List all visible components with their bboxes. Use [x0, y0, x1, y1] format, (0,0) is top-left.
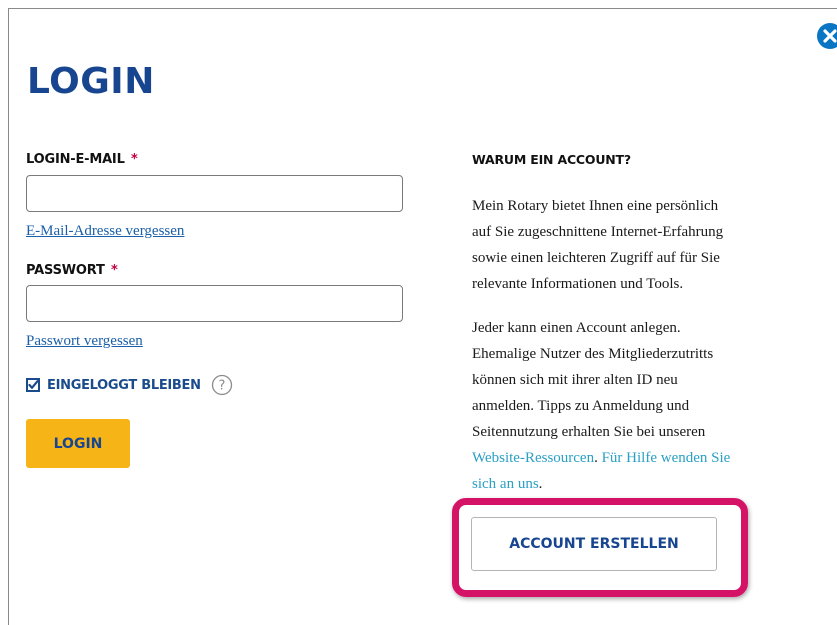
- why-account-heading: WARUM EIN ACCOUNT?: [472, 152, 631, 167]
- email-required-mark: *: [130, 152, 138, 167]
- paragraph-line: Ehemalige Nutzer des Mitgliederzutritts: [472, 346, 714, 362]
- close-button[interactable]: [817, 23, 837, 49]
- paragraph-line: sowie einen leichteren Zugriff auf für S…: [472, 250, 720, 266]
- password-required-mark: *: [110, 263, 118, 278]
- remember-me-row: EINGELOGGT BLEIBEN ?: [26, 373, 233, 397]
- password-label-text: PASSWORT: [26, 263, 105, 278]
- question-circle-icon[interactable]: ?: [211, 374, 233, 396]
- checkbox-checked-icon[interactable]: [26, 378, 40, 392]
- paragraph-line: anmelden. Tipps zu Anmeldung und: [472, 398, 690, 414]
- email-label: LOGIN-E-MAIL *: [26, 152, 138, 168]
- password-input[interactable]: [26, 285, 403, 322]
- create-account-button[interactable]: ACCOUNT ERSTELLEN: [471, 517, 717, 571]
- account-info-paragraph: Jeder kann einen Account anlegen. Ehemal…: [472, 315, 730, 497]
- paragraph-line: Jeder kann einen Account anlegen.: [472, 320, 681, 336]
- paragraph-line-links: Website-Ressourcen. Für Hilfe wenden Sie: [472, 445, 730, 471]
- help-contact-link-part2[interactable]: sich an uns: [472, 476, 539, 492]
- login-button[interactable]: LOGIN: [26, 419, 130, 468]
- help-contact-link-part1[interactable]: Für Hilfe wenden Sie: [602, 450, 731, 466]
- paragraph-line: können sich mit ihrer alten ID neu: [472, 372, 678, 388]
- account-benefits-paragraph: Mein Rotary bietet Ihnen eine persönlich…: [472, 193, 723, 297]
- forgot-email-link[interactable]: E-Mail-Adresse vergessen: [26, 222, 184, 240]
- email-label-text: LOGIN-E-MAIL: [26, 152, 125, 167]
- close-icon: [823, 29, 837, 43]
- final-period: .: [538, 476, 543, 492]
- page-title: LOGIN: [27, 61, 155, 102]
- paragraph-line: relevante Informationen und Tools.: [472, 276, 684, 292]
- email-input[interactable]: [26, 175, 403, 212]
- password-label: PASSWORT *: [26, 263, 118, 279]
- svg-text:?: ?: [218, 379, 225, 394]
- website-resources-link[interactable]: Website-Ressourcen: [472, 450, 594, 466]
- resources-separator: .: [594, 450, 602, 466]
- paragraph-line: Mein Rotary bietet Ihnen eine persönlich: [472, 198, 719, 214]
- forgot-password-link[interactable]: Passwort vergessen: [26, 332, 143, 350]
- remember-me-label[interactable]: EINGELOGGT BLEIBEN: [47, 378, 201, 393]
- paragraph-line-links: sich an uns.: [472, 471, 730, 497]
- paragraph-line: Seitennutzung erhalten Sie bei unseren: [472, 424, 706, 440]
- paragraph-line: auf Sie zugeschnittene Internet-Erfahrun…: [472, 224, 724, 240]
- login-page: LOGIN LOGIN-E-MAIL * E-Mail-Adresse verg…: [0, 0, 837, 625]
